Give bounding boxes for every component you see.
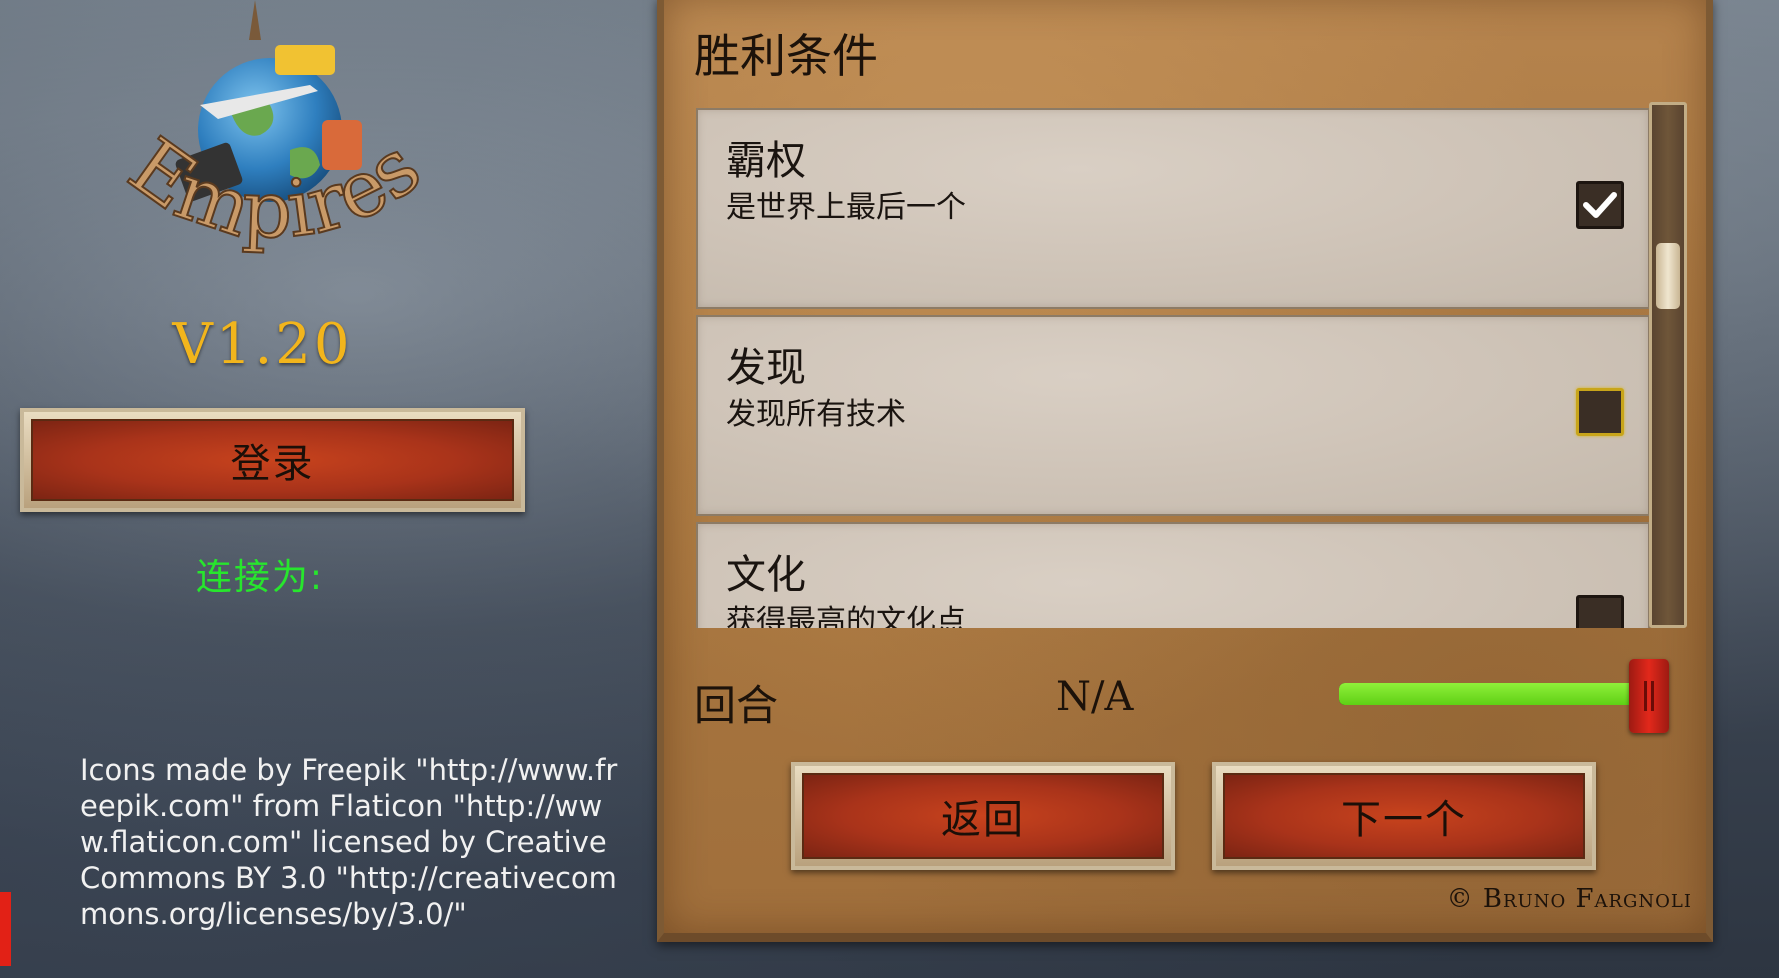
- checkmark-icon: [1583, 192, 1617, 218]
- condition-description: 获得最高的文化点: [726, 604, 966, 628]
- condition-card-supremacy[interactable]: 霸权 是世界上最后一个: [696, 108, 1650, 309]
- logo-title-top: World of: [117, 0, 430, 14]
- connected-as-label: 连接为:: [195, 557, 325, 598]
- condition-name: 发现: [726, 345, 806, 391]
- back-button-label: 返回: [802, 773, 1164, 859]
- condition-description: 是世界上最后一个: [726, 190, 966, 225]
- panel-title: 胜利条件: [694, 29, 878, 83]
- version-label: V1.20: [172, 312, 353, 377]
- condition-checkbox-culture[interactable]: [1576, 595, 1624, 628]
- eiffel-tower-icon: [249, 0, 261, 40]
- conditions-list[interactable]: 霸权 是世界上最后一个 发现 发现所有技术 文化 获得最高的文化点: [696, 108, 1650, 628]
- next-button[interactable]: 下一个: [1212, 762, 1596, 870]
- copyright-text: © Bruno Fargnoli: [1446, 884, 1692, 914]
- rounds-value: N/A: [1056, 674, 1134, 720]
- condition-checkbox-discovery[interactable]: [1576, 388, 1624, 436]
- condition-description: 发现所有技术: [726, 397, 906, 432]
- next-button-label: 下一个: [1223, 773, 1585, 859]
- scrollbar-thumb[interactable]: [1656, 243, 1680, 309]
- victory-conditions-panel: 胜利条件 霸权 是世界上最后一个 发现 发现所有技术 文化 获得最高的文化点 回…: [657, 0, 1713, 942]
- login-button[interactable]: 登录: [20, 408, 525, 512]
- game-logo: World of Empires: [60, 0, 480, 300]
- condition-name: 霸权: [726, 138, 806, 184]
- conditions-scrollbar[interactable]: [1649, 102, 1687, 628]
- login-button-label: 登录: [31, 419, 514, 501]
- condition-card-culture[interactable]: 文化 获得最高的文化点: [696, 522, 1650, 628]
- condition-checkbox-supremacy[interactable]: [1576, 181, 1624, 229]
- rounds-slider[interactable]: [1339, 659, 1669, 733]
- credits-text: Icons made by Freepik "http://www.freepi…: [80, 753, 618, 931]
- back-button[interactable]: 返回: [791, 762, 1175, 870]
- bus-icon: [275, 45, 335, 75]
- slider-handle[interactable]: [1629, 659, 1669, 733]
- condition-card-discovery[interactable]: 发现 发现所有技术: [696, 315, 1650, 516]
- rounds-label: 回合: [694, 681, 779, 730]
- condition-name: 文化: [726, 552, 806, 598]
- slider-fill: [1339, 683, 1649, 705]
- side-marker: [0, 892, 11, 966]
